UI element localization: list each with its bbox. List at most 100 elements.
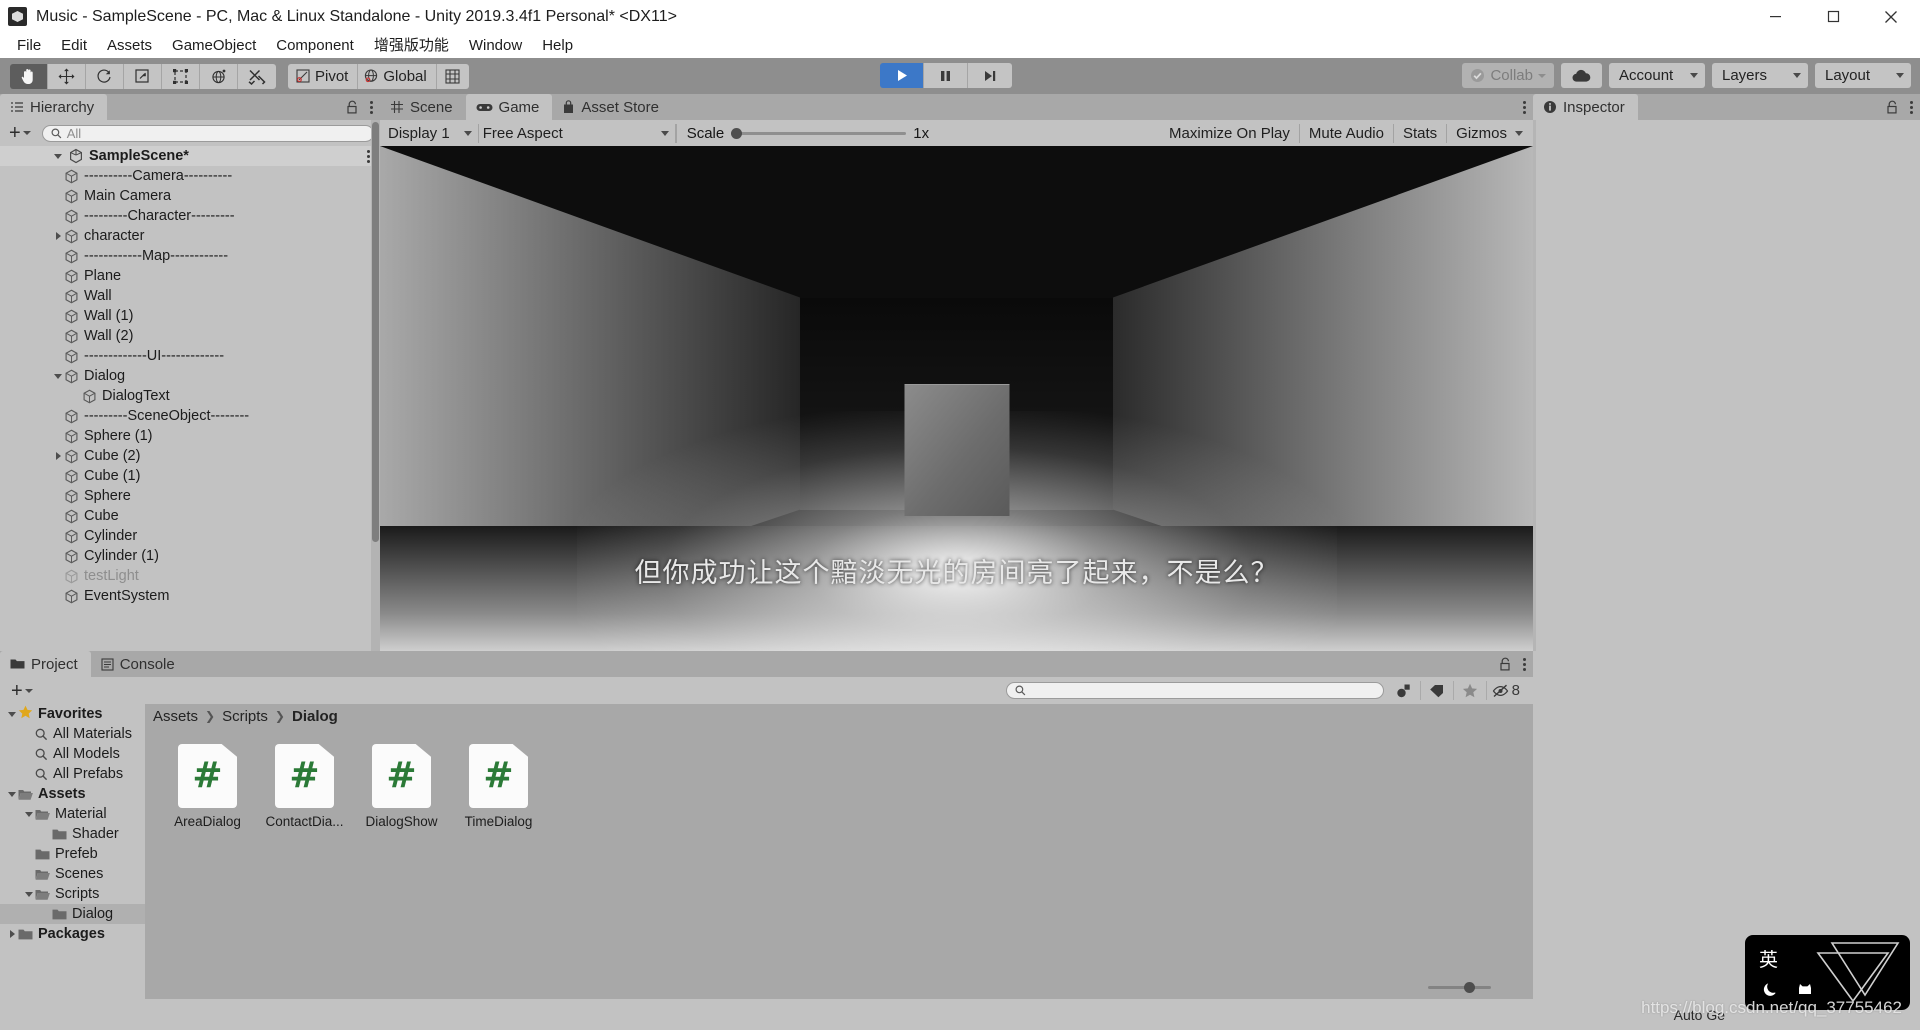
hierarchy-search-input[interactable]: All (41, 124, 374, 142)
gizmos-toggle[interactable]: Gizmos (1447, 124, 1511, 143)
hierarchy-item[interactable]: Dialog (0, 366, 380, 386)
tab-hierarchy[interactable]: Hierarchy (0, 94, 108, 120)
rotate-tool-button[interactable] (86, 63, 124, 89)
project-tree-item[interactable]: Assets (0, 784, 145, 804)
pivot-button[interactable]: Pivot (288, 63, 359, 89)
project-tree-item[interactable]: Material (0, 804, 145, 824)
asset-item[interactable]: # TimeDialog (456, 744, 541, 829)
game-render-canvas[interactable]: 但你成功让这个黯淡无光的房间亮了起来，不是么？ (380, 146, 1533, 651)
lock-open-icon[interactable] (1499, 657, 1512, 671)
close-icon[interactable] (1862, 0, 1920, 33)
project-tree-item[interactable]: Scenes (0, 864, 145, 884)
menu-file[interactable]: File (7, 34, 51, 57)
hierarchy-item[interactable]: Sphere (0, 486, 380, 506)
project-tree-item[interactable]: All Models (0, 744, 145, 764)
project-search-input[interactable] (1005, 682, 1384, 699)
menu-help[interactable]: Help (532, 34, 583, 57)
hierarchy-item[interactable]: Cube (2) (0, 446, 380, 466)
lock-open-icon[interactable] (346, 100, 359, 114)
hierarchy-item[interactable]: Sphere (1) (0, 426, 380, 446)
aspect-dropdown[interactable]: Free Aspect (478, 123, 676, 143)
scene-menu-icon[interactable] (367, 149, 370, 163)
move-tool-button[interactable] (48, 63, 86, 89)
moon-icon[interactable] (1763, 981, 1779, 997)
slider-knob[interactable] (1464, 981, 1475, 993)
hierarchy-item[interactable]: Cylinder (0, 526, 380, 546)
favorite-star-icon[interactable] (1453, 681, 1487, 700)
hierarchy-item[interactable]: DialogText (0, 386, 380, 406)
chevron-down-icon[interactable] (52, 374, 64, 379)
project-tree-item[interactable]: Scripts (0, 884, 145, 904)
scrollbar-thumb[interactable] (372, 122, 379, 542)
hierarchy-item[interactable]: Cylinder (1) (0, 546, 380, 566)
step-button[interactable] (968, 63, 1012, 88)
layers-button[interactable]: Layers (1712, 63, 1808, 88)
slider-knob[interactable] (731, 127, 743, 139)
chevron-right-icon[interactable] (52, 452, 64, 460)
hierarchy-item[interactable]: character (0, 226, 380, 246)
hierarchy-add-button[interactable]: + (6, 123, 34, 143)
menu-edit[interactable]: Edit (51, 34, 97, 57)
layout-button[interactable]: Layout (1815, 63, 1911, 88)
custom-tool-button[interactable] (238, 63, 276, 89)
play-button[interactable] (880, 63, 924, 88)
chevron-down-icon[interactable] (23, 812, 35, 817)
tab-inspector[interactable]: Inspector (1533, 94, 1638, 120)
hidden-packages-button[interactable]: 8 (1486, 681, 1525, 700)
tab-console[interactable]: Console (91, 651, 188, 677)
tab-game[interactable]: Game (465, 94, 553, 120)
hierarchy-item[interactable]: Cube (0, 506, 380, 526)
gameview-menu-icon[interactable] (1523, 100, 1526, 114)
chevron-down-icon[interactable] (52, 154, 64, 159)
menu-assets[interactable]: Assets (97, 34, 162, 57)
breadcrumb-item-scripts[interactable]: Scripts (222, 708, 268, 725)
project-tree-item[interactable]: Packages (0, 924, 145, 944)
hierarchy-item[interactable]: Main Camera (0, 186, 380, 206)
cloud-button[interactable] (1561, 63, 1602, 88)
inspector-menu-icon[interactable] (1910, 100, 1913, 114)
project-tree-item[interactable]: All Prefabs (0, 764, 145, 784)
chevron-down-icon[interactable] (6, 712, 18, 717)
tab-project[interactable]: Project (0, 651, 91, 677)
project-tree-item[interactable]: All Materials (0, 724, 145, 744)
scale-tool-button[interactable] (124, 63, 162, 89)
mute-audio-toggle[interactable]: Mute Audio (1300, 123, 1394, 143)
maximize-on-play-toggle[interactable]: Maximize On Play (1160, 123, 1300, 143)
hierarchy-scene-root[interactable]: SampleScene* (0, 146, 380, 166)
hierarchy-item[interactable]: ----------Camera---------- (0, 166, 380, 186)
hierarchy-item[interactable]: -------------UI------------- (0, 346, 380, 366)
pause-button[interactable] (924, 63, 968, 88)
hierarchy-item[interactable]: ---------Character--------- (0, 206, 380, 226)
minimize-icon[interactable] (1746, 0, 1804, 33)
menu-gameobject[interactable]: GameObject (162, 34, 266, 57)
hierarchy-item[interactable]: testLight (0, 566, 380, 586)
tab-scene[interactable]: Scene (380, 94, 466, 120)
tab-asset-store[interactable]: Asset Store (552, 94, 672, 120)
asset-item[interactable]: # DialogShow (359, 744, 444, 829)
project-tree-item[interactable]: Favorites (0, 704, 145, 724)
hierarchy-item[interactable]: Wall (1) (0, 306, 380, 326)
hierarchy-item[interactable]: ------------Map------------ (0, 246, 380, 266)
project-menu-icon[interactable] (1523, 657, 1526, 671)
project-tree-item[interactable]: Shader (0, 824, 145, 844)
ime-mode-label[interactable]: 英 (1759, 945, 1778, 972)
asset-item[interactable]: # ContactDia... (262, 744, 347, 829)
lock-open-icon[interactable] (1886, 100, 1899, 114)
hierarchy-item[interactable]: Wall (0, 286, 380, 306)
hierarchy-item[interactable]: Wall (2) (0, 326, 380, 346)
project-add-button[interactable]: + (8, 681, 36, 701)
scale-slider-group[interactable]: Scale 1x (675, 123, 929, 143)
maximize-icon[interactable] (1804, 0, 1862, 33)
global-button[interactable]: Global (358, 63, 437, 89)
collab-button[interactable]: Collab (1462, 63, 1554, 88)
hand-tool-button[interactable] (10, 63, 48, 89)
project-zoom-slider[interactable] (1428, 981, 1491, 993)
hierarchy-item[interactable]: EventSystem (0, 586, 380, 606)
project-tree-item[interactable]: Prefeb (0, 844, 145, 864)
hierarchy-item[interactable]: ---------SceneObject-------- (0, 406, 380, 426)
filter-by-label-icon[interactable] (1420, 681, 1454, 700)
hierarchy-item[interactable]: Plane (0, 266, 380, 286)
stats-toggle[interactable]: Stats (1394, 123, 1448, 143)
breadcrumb-item-dialog[interactable]: Dialog (292, 708, 338, 725)
display-dropdown[interactable]: Display 1 (384, 123, 479, 143)
